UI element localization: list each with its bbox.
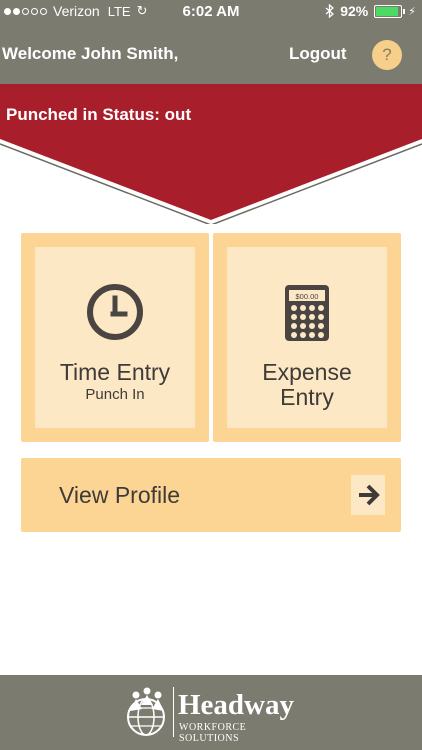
app-header: Welcome John Smith, Logout ? (0, 34, 422, 74)
help-button[interactable]: ? (372, 40, 402, 70)
calculator-display: $00.00 (296, 292, 319, 301)
welcome-message: Welcome John Smith, (2, 44, 179, 63)
view-profile-label: View Profile (59, 482, 181, 508)
punch-status-banner: Punched in Status: out (0, 84, 422, 224)
logo-divider (173, 687, 174, 737)
status-bar: Verizon LTE ↻ 6:02 AM 92% ⚡ (0, 0, 422, 24)
expense-entry-tile[interactable]: $00.00 Expense Entry (213, 233, 401, 442)
arrow-right-icon (351, 475, 385, 515)
expense-entry-tile-inner: $00.00 Expense Entry (227, 247, 387, 428)
time-entry-tile[interactable]: Time Entry Punch In (21, 233, 209, 442)
status-bar-right: 92% ⚡ (325, 3, 416, 19)
globe-logo-icon (127, 687, 165, 736)
view-profile-button[interactable]: View Profile (21, 458, 401, 532)
footer: Headway WORKFORCE SOLUTIONS (0, 675, 422, 750)
punch-status-text: Punched in Status: out (6, 105, 192, 124)
time-entry-title: Time Entry (59, 359, 171, 385)
time-entry-subtitle: Punch In (85, 386, 145, 403)
bluetooth-icon (325, 4, 335, 18)
headway-logo: Headway WORKFORCE SOLUTIONS (122, 683, 302, 744)
battery-percent: 92% (340, 3, 369, 19)
battery-icon (374, 4, 406, 18)
logout-button[interactable]: Logout (289, 44, 347, 64)
expense-entry-title-line2: Entry (280, 384, 334, 410)
brand-tagline: WORKFORCE SOLUTIONS (179, 722, 247, 744)
time-entry-tile-inner: Time Entry Punch In (35, 247, 195, 428)
clock-icon (87, 284, 143, 340)
charging-icon: ⚡ (408, 5, 416, 18)
expense-entry-title-line1: Expense (262, 359, 352, 385)
brand-name: Headway (178, 689, 294, 721)
calculator-icon: $00.00 (285, 285, 329, 341)
